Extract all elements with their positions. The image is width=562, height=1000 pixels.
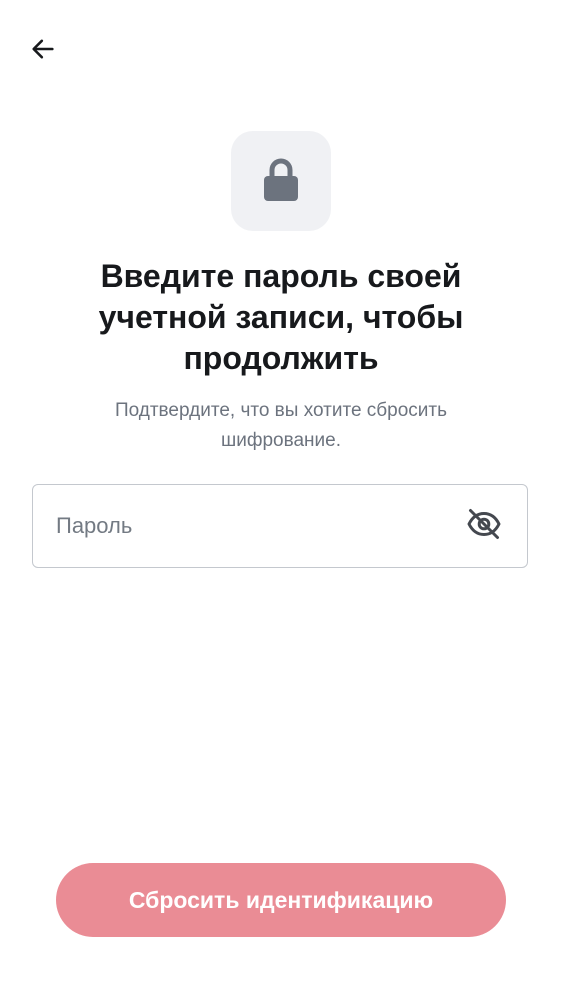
page-subtitle: Подтвердите, что вы хотите сбросить шифр… — [114, 400, 448, 451]
toggle-password-visibility-button[interactable] — [462, 504, 506, 548]
password-field[interactable] — [32, 484, 528, 568]
lock-icon — [263, 156, 299, 207]
reset-identity-button[interactable]: Сбросить идентификацию — [56, 863, 506, 937]
password-input[interactable] — [33, 485, 462, 567]
arrow-left-icon — [29, 35, 57, 68]
back-button[interactable] — [22, 30, 64, 72]
page-title: Введите пароль своей учетной записи, что… — [98, 258, 464, 376]
lock-tile — [231, 131, 331, 231]
eye-off-icon — [466, 506, 502, 547]
